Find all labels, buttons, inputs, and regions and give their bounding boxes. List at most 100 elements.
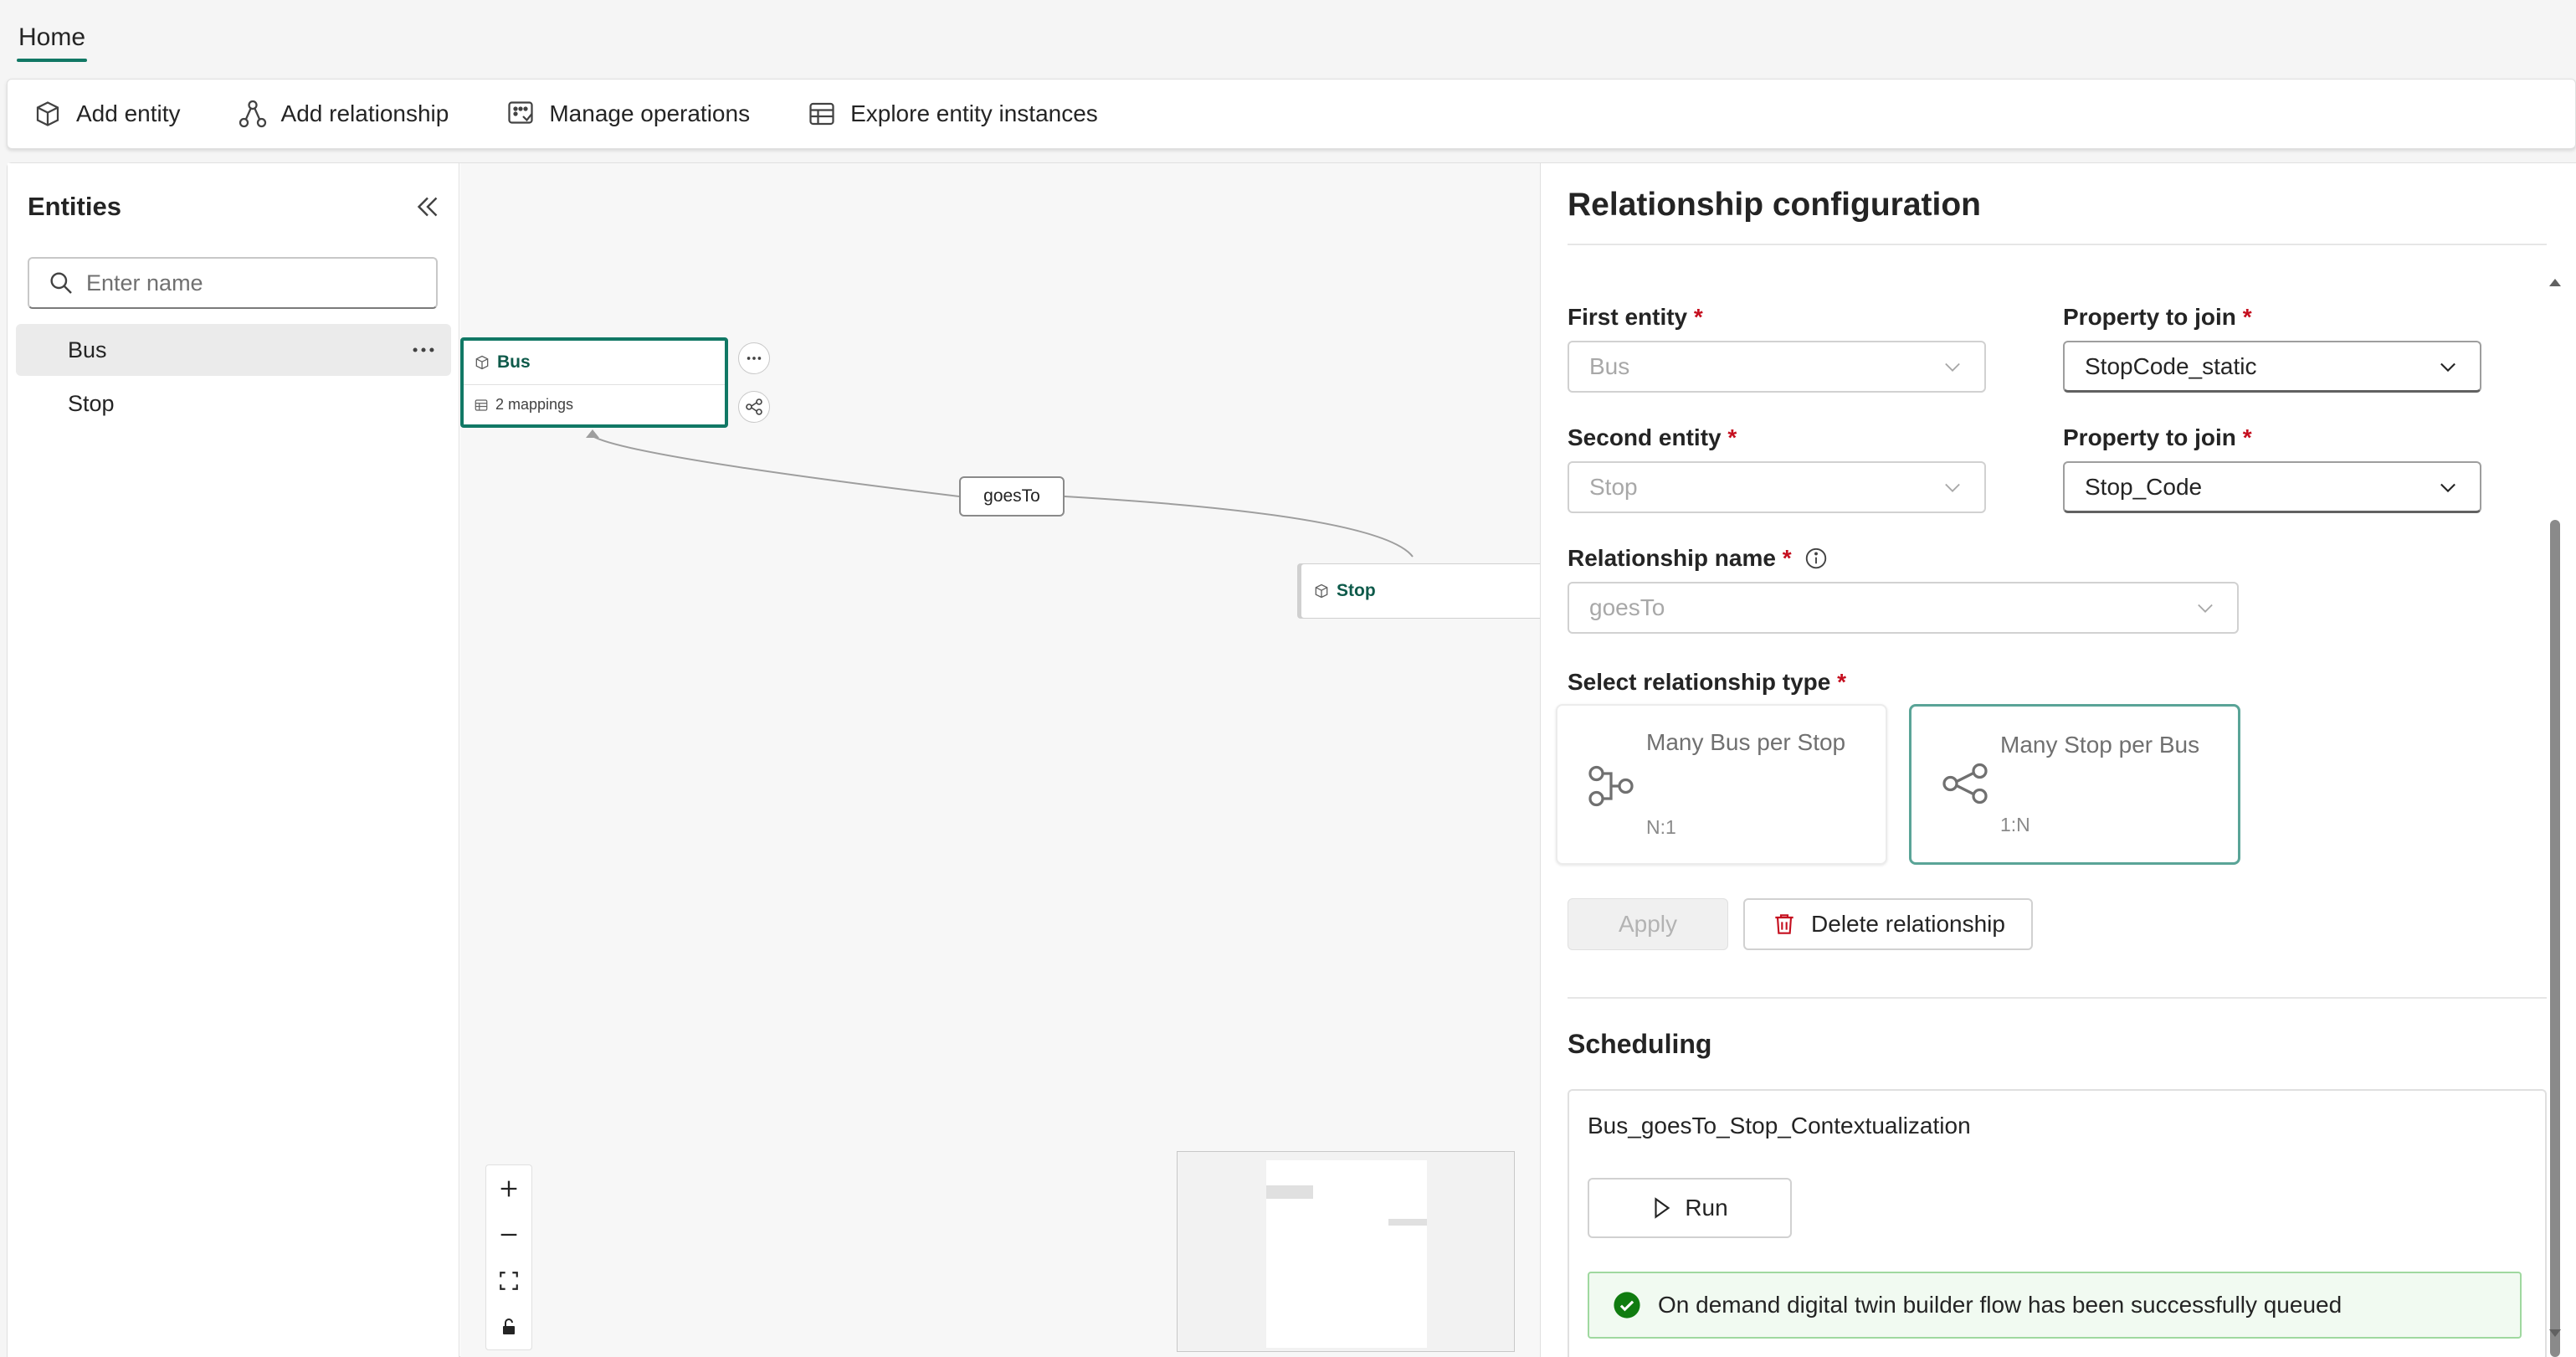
many-to-one-icon — [1588, 765, 1634, 807]
add-entity-label: Add entity — [76, 100, 181, 126]
rel-type-many-to-one[interactable]: Many Bus per Stop N:1 — [1556, 704, 1887, 865]
relationship-type-label-text: Select relationship type — [1568, 669, 1831, 695]
minimap[interactable] — [1177, 1151, 1515, 1352]
relationship-name-label-text: Relationship name — [1568, 545, 1776, 571]
cube-icon — [36, 101, 59, 126]
chevron-down-icon — [2440, 362, 2455, 372]
scroll-down-icon[interactable] — [2547, 1327, 2563, 1340]
first-property-dropdown[interactable]: StopCode_static — [2063, 341, 2481, 393]
sidebar-title: Entities — [28, 192, 121, 221]
tab-home[interactable]: Home — [18, 23, 85, 52]
relationship-name-dropdown[interactable]: goesTo — [1568, 582, 2239, 634]
entity-search-box — [28, 257, 438, 309]
required-mark: * — [1693, 304, 1703, 330]
more-options-icon[interactable] — [409, 336, 438, 364]
stop-node-label: Stop — [1337, 581, 1376, 600]
node-relationship-button[interactable] — [738, 391, 770, 423]
sidebar-item-label: Bus — [68, 337, 107, 362]
first-entity-label: First entity * — [1568, 304, 1703, 331]
stop-entity-node[interactable]: Stop — [1301, 563, 1540, 619]
lock-button[interactable] — [492, 1310, 526, 1344]
fit-view-button[interactable] — [492, 1264, 526, 1298]
rel-type-cardinality: 1:N — [2000, 814, 2030, 835]
operations-icon — [508, 101, 533, 124]
search-icon — [50, 272, 72, 294]
scrollbar-thumb[interactable] — [2550, 520, 2560, 1357]
second-entity-dropdown[interactable]: Stop — [1568, 461, 1986, 513]
delete-relationship-label: Delete relationship — [1811, 911, 2005, 937]
entity-search-input[interactable] — [86, 270, 421, 296]
graph-canvas[interactable]: Bus 2 mappings goesTo Stop — [460, 163, 1540, 1357]
info-icon[interactable] — [1804, 546, 1829, 571]
explore-instances-button[interactable]: Explore entity instances — [807, 99, 1098, 129]
node-more-button[interactable] — [738, 342, 770, 374]
chevron-down-icon — [2198, 604, 2213, 613]
first-property-label: Property to join * — [2063, 304, 2252, 331]
success-message: On demand digital twin builder flow has … — [1588, 1272, 2522, 1339]
run-label: Run — [1685, 1195, 1728, 1221]
bus-node-subtitle: 2 mappings — [495, 396, 574, 413]
add-relationship-label: Add relationship — [280, 100, 449, 126]
one-to-many-icon — [1942, 763, 1988, 804]
bus-entity-node[interactable]: Bus 2 mappings — [460, 337, 728, 428]
cube-icon — [475, 355, 489, 370]
toolbar: Add entity Add relationship Manage opera… — [7, 79, 2576, 149]
cube-icon — [1315, 583, 1328, 599]
relationship-icon — [239, 100, 266, 128]
relationship-icon — [746, 398, 762, 415]
scheduling-job-name: Bus_goesTo_Stop_Contextualization — [1588, 1113, 1971, 1139]
required-mark: * — [1837, 669, 1847, 695]
scheduling-title: Scheduling — [1568, 1029, 1712, 1059]
apply-button[interactable]: Apply — [1568, 898, 1728, 950]
entities-sidebar: Entities Bus Stop — [8, 163, 459, 1357]
run-button[interactable]: Run — [1588, 1178, 1792, 1238]
zoom-controls — [485, 1164, 532, 1350]
chevron-down-icon — [1945, 483, 1960, 492]
more-options-icon — [747, 357, 762, 360]
rel-type-cardinality: N:1 — [1646, 816, 1676, 838]
chevron-down-icon — [1945, 362, 1960, 372]
panel-title: Relationship configuration — [1568, 187, 1981, 223]
relationship-type-label: Select relationship type * — [1568, 669, 1846, 696]
panel-divider — [1568, 244, 2547, 245]
panel-scrollbar[interactable] — [2543, 272, 2565, 1357]
sidebar-item-label: Stop — [68, 390, 115, 416]
first-property-value: StopCode_static — [2085, 352, 2257, 379]
second-entity-label: Second entity * — [1568, 424, 1737, 451]
table-icon — [475, 398, 488, 411]
relationship-name-value: goesTo — [1589, 594, 1665, 620]
success-message-text: On demand digital twin builder flow has … — [1658, 1292, 2343, 1318]
tab-home-indicator — [17, 59, 87, 62]
add-relationship-button[interactable]: Add relationship — [238, 99, 449, 129]
fit-view-icon — [500, 1271, 518, 1290]
zoom-out-button[interactable] — [492, 1218, 526, 1252]
first-entity-dropdown[interactable]: Bus — [1568, 341, 1986, 393]
first-property-label-text: Property to join — [2063, 304, 2236, 330]
section-divider — [1568, 997, 2547, 999]
stop-node-title: Stop — [1301, 564, 1540, 618]
second-property-dropdown[interactable]: Stop_Code — [2063, 461, 2481, 513]
manage-operations-button[interactable]: Manage operations — [505, 99, 750, 129]
second-property-label-text: Property to join — [2063, 424, 2236, 450]
first-entity-value: Bus — [1589, 353, 1630, 379]
rel-type-one-to-many[interactable]: Many Stop per Bus 1:N — [1909, 704, 2240, 865]
scroll-up-icon[interactable] — [2547, 275, 2563, 289]
sidebar-item-stop[interactable]: Stop — [16, 378, 451, 429]
relationship-name-label: Relationship name * — [1568, 545, 1829, 572]
trash-icon — [1775, 914, 1793, 934]
rel-type-title: Many Stop per Bus — [2000, 732, 2200, 758]
second-property-label: Property to join * — [2063, 424, 2252, 451]
minus-icon — [500, 1233, 517, 1236]
bus-node-mappings: 2 mappings — [464, 384, 725, 424]
zoom-in-button[interactable] — [492, 1172, 526, 1205]
sidebar-item-bus[interactable]: Bus — [16, 324, 451, 376]
minimap-viewport[interactable] — [1266, 1160, 1427, 1348]
add-entity-button[interactable]: Add entity — [33, 99, 181, 129]
delete-relationship-button[interactable]: Delete relationship — [1743, 898, 2033, 950]
edge-label-goesto[interactable]: goesTo — [959, 476, 1065, 517]
play-icon — [1655, 1197, 1670, 1219]
first-entity-label-text: First entity — [1568, 304, 1688, 330]
second-property-value: Stop_Code — [2085, 473, 2203, 500]
collapse-icon[interactable] — [413, 192, 443, 222]
minimap-node-bus — [1266, 1185, 1313, 1199]
